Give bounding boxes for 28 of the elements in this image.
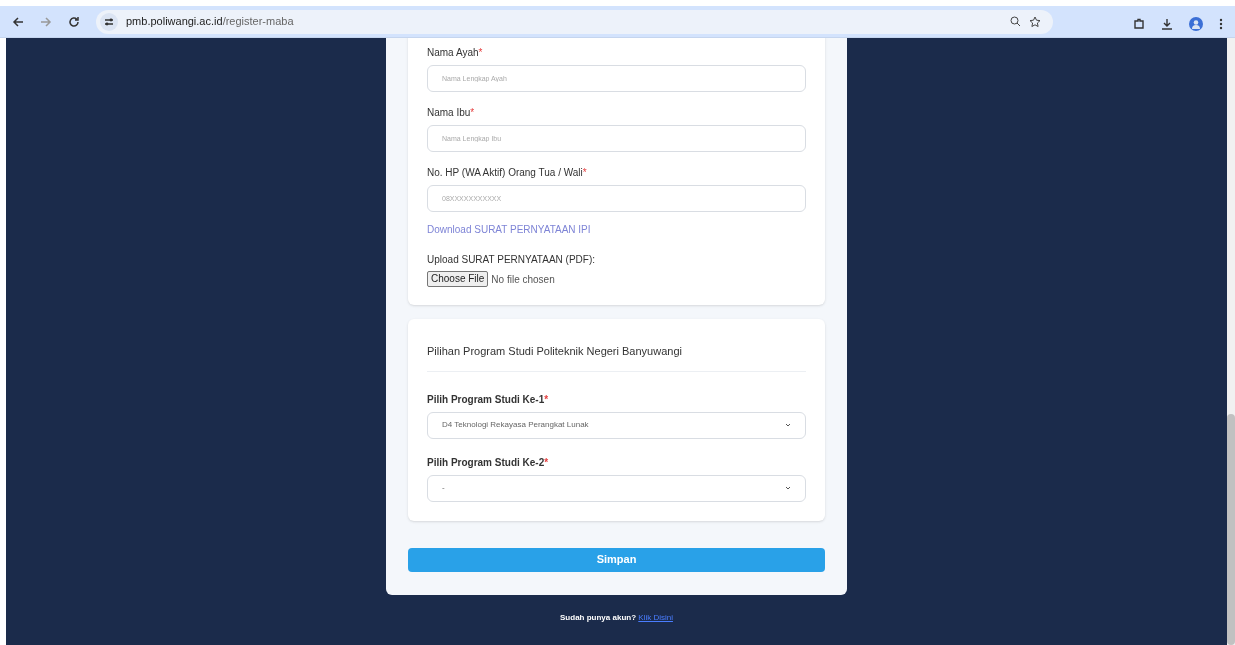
field-label: No. HP (WA Aktif) Orang Tua / Wali* <box>427 166 588 180</box>
star-icon[interactable] <box>1029 15 1041 28</box>
field-label: Pilih Program Studi Ke-2* <box>427 455 550 470</box>
menu-icon[interactable] <box>1219 18 1223 30</box>
extensions-icon[interactable] <box>1133 18 1145 30</box>
footer-text: Sudah punya akun? <box>560 612 637 622</box>
chevron-down-icon <box>785 423 791 427</box>
back-icon[interactable] <box>12 15 24 28</box>
select-field[interactable]: - <box>427 474 806 502</box>
site-settings-icon[interactable] <box>100 12 118 31</box>
field-label: Pilih Program Studi Ke-1* <box>427 392 550 407</box>
url-text: pmb.poliwangi.ac.id/register-maba <box>126 14 294 30</box>
choose-file-button[interactable]: Choose File <box>427 271 489 287</box>
login-link[interactable]: Klik Disini <box>638 612 673 622</box>
field-label: Nama Ayah* <box>427 46 484 60</box>
address-bar[interactable]: pmb.poliwangi.ac.id/register-maba <box>96 9 1053 34</box>
profile-avatar-icon[interactable] <box>1189 17 1203 31</box>
zoom-icon[interactable] <box>1010 16 1021 27</box>
select-field[interactable]: D4 Teknologi Rekayasa Perangkat Lunak <box>427 411 806 439</box>
download-link[interactable]: Download SURAT PERNYATAAN IPI <box>427 222 806 237</box>
file-status-text: No file chosen <box>491 272 555 287</box>
field-label: Nama Ibu* <box>427 106 476 120</box>
section-title: Pilihan Program Studi Politeknik Negeri Banyuwangi <box>427 343 806 372</box>
chevron-down-icon <box>785 486 791 490</box>
download-icon[interactable] <box>1161 18 1173 30</box>
scrollbar-thumb[interactable] <box>1227 414 1235 645</box>
reload-icon[interactable] <box>68 15 80 28</box>
field-label: Upload SURAT PERNYATAAN (PDF): <box>427 253 596 267</box>
